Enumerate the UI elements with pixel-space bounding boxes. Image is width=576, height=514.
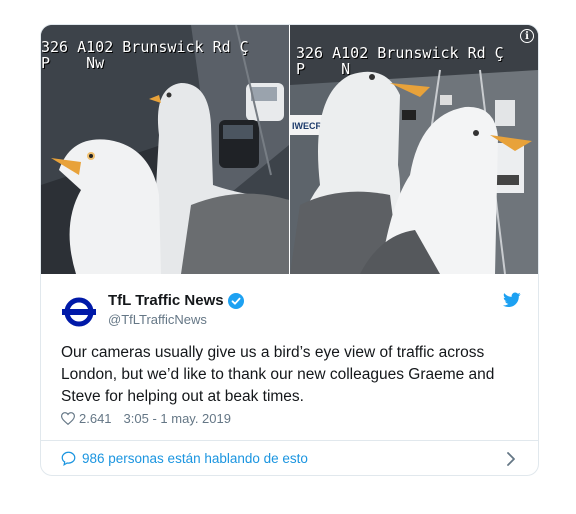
twitter-bird-icon[interactable]: [503, 292, 521, 308]
author-handle[interactable]: @TfLTrafficNews: [108, 312, 207, 327]
speech-bubble-icon: [61, 451, 76, 466]
footer-divider: [41, 440, 538, 441]
author-display-name[interactable]: TfL Traffic News: [108, 292, 224, 309]
camera-caption-left: 326 A102 Brunswick Rd Ç P Nw: [41, 39, 249, 71]
heart-icon[interactable]: [61, 412, 75, 425]
chevron-right-icon[interactable]: [506, 452, 516, 466]
conversation-label[interactable]: 986 personas están hablando de esto: [82, 451, 308, 466]
like-count[interactable]: 2.641: [79, 411, 112, 426]
tweet-text: Our cameras usually give us a bird’s eye…: [61, 344, 495, 405]
author-name-row[interactable]: TfL Traffic News: [108, 292, 244, 309]
cam-line-2: P Nw: [41, 54, 105, 72]
tfl-roundel-icon[interactable]: [61, 294, 97, 330]
conversation-link[interactable]: 986 personas están hablando de esto: [61, 451, 308, 466]
tweet-timestamp[interactable]: 3:05 - 1 may. 2019: [124, 411, 231, 426]
camera-caption-right: 326 A102 Brunswick Rd Ç P N: [296, 45, 504, 77]
photo-right[interactable]: IWECROSS 326 A102 Brunswick Rd Ç P N i: [290, 25, 538, 274]
verified-badge-icon: [227, 292, 244, 309]
tweet-header: TfL Traffic News @TfLTrafficNews: [61, 290, 521, 330]
cam-line-2: P N: [296, 60, 351, 78]
photo-left[interactable]: 326 A102 Brunswick Rd Ç P Nw: [41, 25, 289, 274]
embedded-tweet-card[interactable]: 326 A102 Brunswick Rd Ç P Nw IWECROSS 32…: [40, 24, 539, 476]
tweet-media[interactable]: 326 A102 Brunswick Rd Ç P Nw IWECROSS 32…: [41, 25, 538, 274]
info-icon[interactable]: i: [520, 29, 534, 43]
tweet-meta: 2.641 3:05 - 1 may. 2019: [61, 411, 231, 426]
